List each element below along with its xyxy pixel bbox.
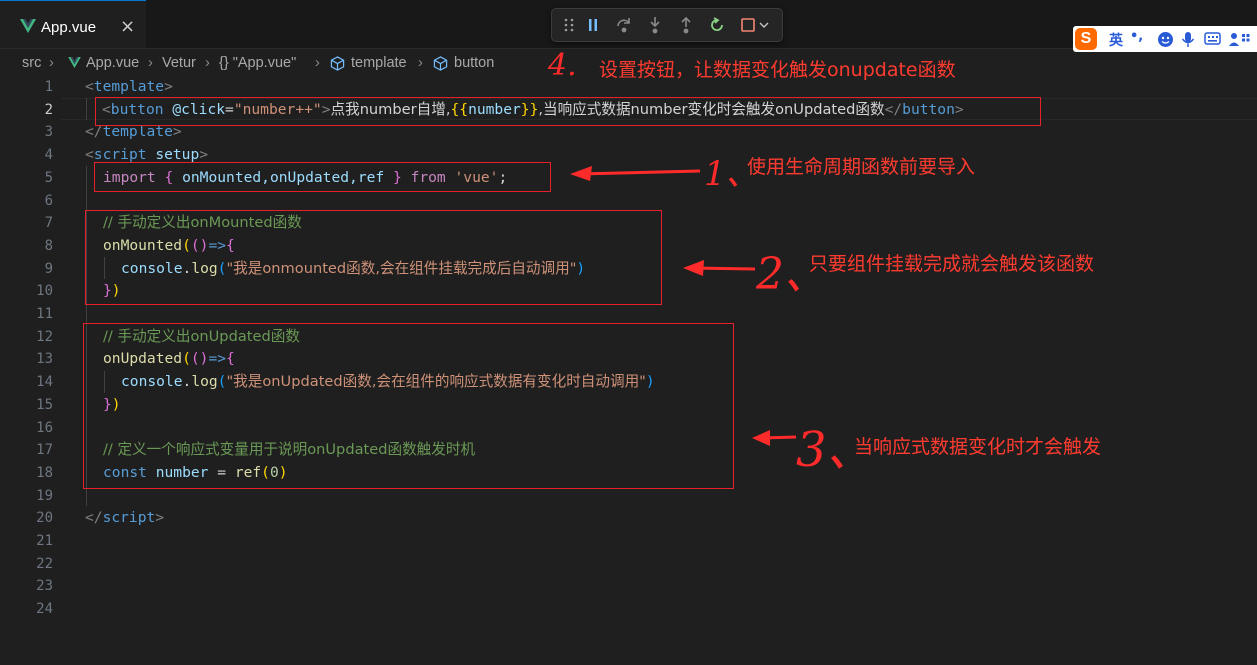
annotation-text-4: 设置按钮，让数据变化触发onupdate函数 bbox=[599, 59, 956, 81]
arrow-1 bbox=[577, 169, 701, 176]
arrow-1-head bbox=[570, 166, 592, 181]
annotation-text-3: 当响应式数据变化时才会触发 bbox=[854, 436, 1102, 458]
arrow-2-head bbox=[683, 260, 704, 276]
annotation-text-2: 只要组件挂载完成就会触发该函数 bbox=[809, 253, 1095, 275]
arrow-3-head bbox=[752, 430, 770, 446]
annotation-text-1: 使用生命周期函数前要导入 bbox=[747, 156, 976, 178]
annotation-arrows bbox=[570, 166, 797, 446]
annotation-number-4: 4. bbox=[548, 48, 577, 83]
